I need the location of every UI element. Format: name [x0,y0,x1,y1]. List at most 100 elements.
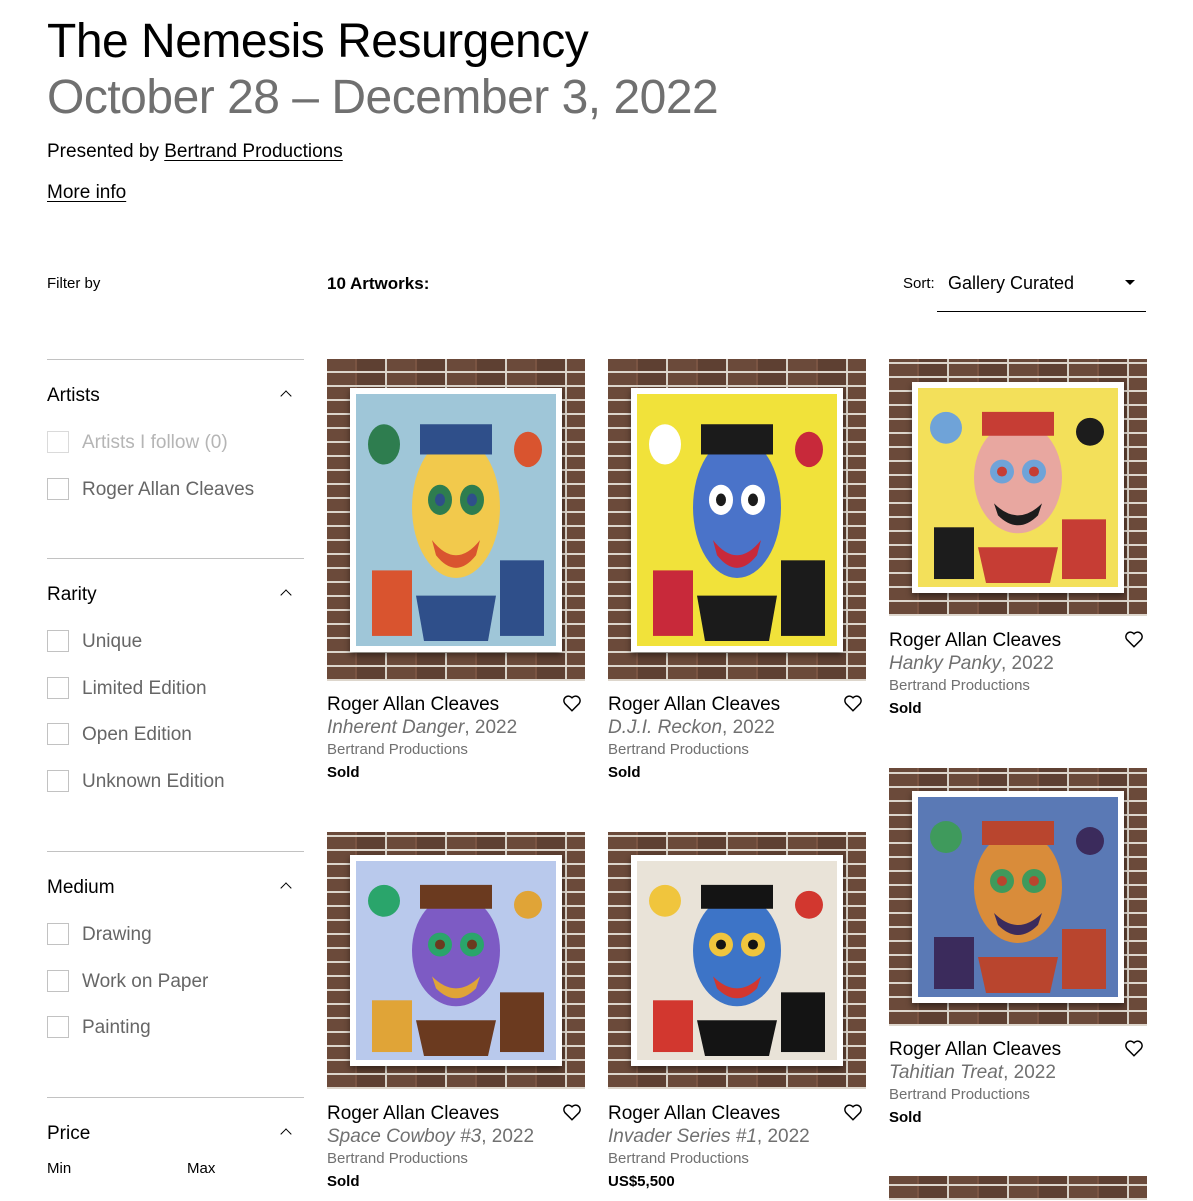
chevron-up-icon [280,390,292,402]
filter-section-price: Price Min Max [47,1097,304,1201]
artwork-shape [1029,876,1039,886]
filter-toggle-medium[interactable]: Medium [47,876,304,900]
chevron-up-icon [280,882,292,894]
gallery-name: Bertrand Productions [608,741,749,758]
sale-status: Sold [327,1173,360,1190]
artwork-shape [514,431,542,468]
chevron-up-icon [280,1128,292,1140]
artwork-shape [795,890,823,919]
gallery-name: Bertrand Productions [889,1086,1030,1103]
artwork-shape [934,527,974,580]
artist-name-link[interactable]: Roger Allan Cleaves [608,693,780,717]
filter-heading-artists: Artists [47,385,100,406]
artist-name-link[interactable]: Roger Allan Cleaves [608,1102,780,1126]
artwork-frame [350,855,562,1066]
artwork-title-link[interactable]: Hanky Panky, 2022 [889,652,1054,676]
heart-icon[interactable] [561,1101,583,1123]
artist-name-link[interactable]: Roger Allan Cleaves [327,1102,499,1126]
artwork-title-link[interactable]: Space Cowboy #3, 2022 [327,1125,534,1149]
more-info-link[interactable]: More info [47,181,126,205]
gallery-name: Bertrand Productions [608,1150,749,1167]
checkbox-medium-drawing[interactable]: Drawing [47,923,304,947]
gallery-name: Bertrand Productions [327,1150,468,1167]
heart-icon[interactable] [1123,1037,1145,1059]
checkbox-medium-painting[interactable]: Painting [47,1016,304,1040]
sort-select[interactable]: Gallery Curated [937,262,1146,312]
artwork-shape [1029,466,1039,477]
artwork-shape [416,1020,496,1057]
checkbox-label: Unknown Edition [82,771,225,792]
artwork-year: , 2022 [756,1126,810,1147]
artwork-title-link[interactable]: Tahitian Treat, 2022 [889,1061,1056,1085]
checkbox-medium-work-on-paper[interactable]: Work on Paper [47,970,304,994]
checkbox-box [47,1016,69,1038]
show-dates: October 28 – December 3, 2022 [47,71,719,124]
presenter-link[interactable]: Bertrand Productions [164,141,343,162]
checkbox-rarity-limited-edition[interactable]: Limited Edition [47,677,304,701]
artwork-shape [982,821,1054,845]
checkbox-rarity-unknown-edition[interactable]: Unknown Edition [47,770,304,794]
artist-name-link[interactable]: Roger Allan Cleaves [889,629,1061,653]
artwork-image[interactable] [608,359,866,681]
artwork-shape [435,493,445,507]
artwork-shape [500,560,544,636]
filter-section-artists: Artists Artists I follow (0) Roger Allan… [47,359,304,559]
checkbox-label: Unique [82,631,143,652]
checkbox-label: Painting [82,1017,151,1038]
heart-icon[interactable] [561,692,583,714]
artwork-shape [781,992,825,1053]
artwork-image[interactable] [608,832,866,1089]
artwork-shape [420,424,492,455]
checkbox-box [47,478,69,500]
artwork-shape [982,411,1054,436]
artwork-canvas [637,394,837,646]
filter-toggle-rarity[interactable]: Rarity [47,583,304,607]
checkbox-artists-i-follow[interactable]: Artists I follow (0) [47,431,304,455]
artwork-image[interactable] [327,359,585,681]
artwork-shape [978,547,1058,584]
checkbox-rarity-open-edition[interactable]: Open Edition [47,723,304,747]
artwork-frame [912,791,1124,1003]
checkbox-box [47,770,69,792]
artwork-shape [653,1000,693,1053]
checkbox-label: Limited Edition [82,678,207,699]
artwork-shape [697,1020,777,1057]
checkbox-box [47,723,69,745]
checkbox-rarity-unique[interactable]: Unique [47,630,304,654]
artwork-canvas [637,861,837,1060]
checkbox-artist-roger-allan-cleaves[interactable]: Roger Allan Cleaves [47,478,304,502]
artist-name-link[interactable]: Roger Allan Cleaves [889,1038,1061,1062]
artwork-frame [912,382,1124,593]
brick-wall-background [889,1176,1147,1200]
checkbox-label: Drawing [82,924,152,945]
artwork-image[interactable] [327,832,585,1089]
heart-icon[interactable] [842,1101,864,1123]
artwork-canvas [918,388,1118,587]
heart-icon[interactable] [1123,628,1145,650]
artwork-title: Inherent Danger [327,717,465,738]
artwork-shape [1062,519,1106,580]
filter-toggle-artists[interactable]: Artists [47,384,304,408]
artwork-shape [997,466,1007,477]
artwork-shape [716,939,726,950]
chevron-up-icon [280,589,292,601]
sale-status: Sold [889,700,922,717]
artwork-image[interactable] [889,768,1147,1026]
presented-by-label: Presented by [47,141,165,162]
checkbox-label: Artists I follow (0) [82,432,228,453]
artwork-shape [500,992,544,1053]
artwork-shape [1076,827,1104,855]
artwork-image[interactable] [889,1176,1147,1200]
checkbox-box [47,923,69,945]
heart-icon[interactable] [842,692,864,714]
artwork-year: , 2022 [481,1126,535,1147]
filter-toggle-price[interactable]: Price [47,1122,304,1146]
artwork-title-link[interactable]: D.J.I. Reckon, 2022 [608,716,775,740]
artwork-title-link[interactable]: Invader Series #1, 2022 [608,1125,810,1149]
artwork-year: , 2022 [1000,653,1054,674]
artwork-title-link[interactable]: Inherent Danger, 2022 [327,716,517,740]
artwork-shape [978,957,1058,993]
artwork-shape [795,431,823,468]
artist-name-link[interactable]: Roger Allan Cleaves [327,693,499,717]
artwork-image[interactable] [889,359,1147,616]
